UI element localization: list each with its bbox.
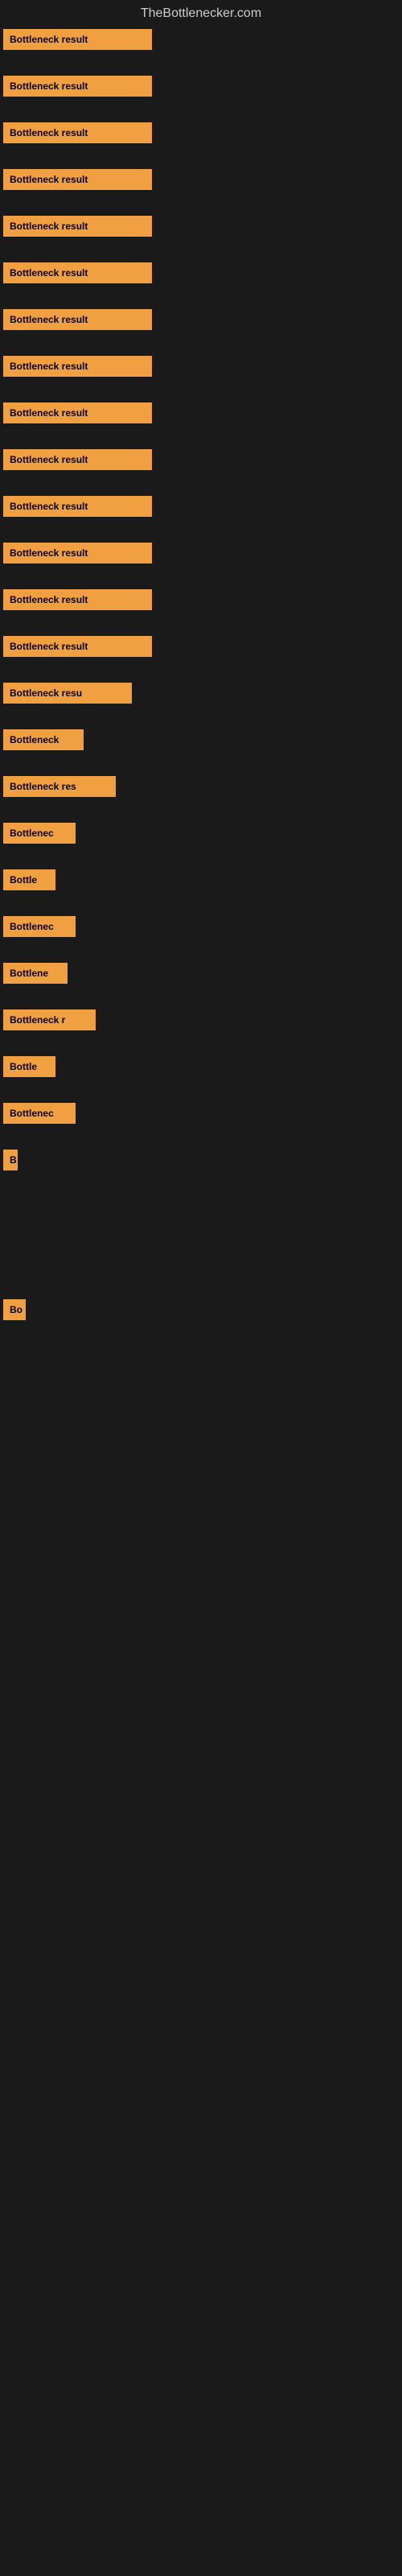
list-item: Bottleneck result xyxy=(0,304,402,335)
list-item: Bottleneck resu xyxy=(0,678,402,708)
list-item xyxy=(0,1217,402,1227)
list-item: Bottleneck result xyxy=(0,118,402,148)
bottleneck-result-badge[interactable]: Bottle xyxy=(3,869,55,890)
list-item xyxy=(0,1393,402,1402)
list-item xyxy=(0,1367,402,1377)
list-item: Bottleneck xyxy=(0,724,402,755)
bottleneck-result-badge[interactable]: Bottlenec xyxy=(3,916,76,937)
bottleneck-result-badge[interactable]: Bottleneck result xyxy=(3,29,152,50)
list-item: Bottle xyxy=(0,1051,402,1082)
bottleneck-result-badge[interactable]: Bottleneck result xyxy=(3,636,152,657)
list-item: Bottle xyxy=(0,865,402,895)
bottleneck-result-badge[interactable]: Bottleneck result xyxy=(3,309,152,330)
bottleneck-result-badge[interactable]: Bottleneck r xyxy=(3,1009,96,1030)
list-item: Bo xyxy=(0,1294,402,1325)
bottleneck-result-badge[interactable]: Bottlene xyxy=(3,963,68,984)
bottleneck-result-badge[interactable]: Bottleneck result xyxy=(3,589,152,610)
bottleneck-result-badge[interactable]: Bottleneck resu xyxy=(3,683,132,704)
list-item xyxy=(0,1243,402,1253)
list-item: Bottlenec xyxy=(0,1098,402,1129)
bottleneck-result-badge[interactable]: Bottleneck result xyxy=(3,402,152,423)
list-item xyxy=(0,1269,402,1278)
list-item: Bottleneck result xyxy=(0,444,402,475)
list-item xyxy=(0,1191,402,1201)
list-item: Bottleneck result xyxy=(0,164,402,195)
list-item: Bottleneck result xyxy=(0,351,402,382)
bottleneck-result-badge[interactable]: Bottleneck result xyxy=(3,216,152,237)
bottleneck-result-badge[interactable]: Bottleneck xyxy=(3,729,84,750)
list-item: Bottleneck result xyxy=(0,258,402,288)
list-item: Bottleneck result xyxy=(0,584,402,615)
list-item xyxy=(0,1444,402,1454)
bottleneck-result-badge[interactable]: Bottleneck result xyxy=(3,76,152,97)
bottleneck-result-badge[interactable]: B xyxy=(3,1150,18,1170)
list-item xyxy=(0,1418,402,1428)
bottleneck-result-badge[interactable]: Bottleneck result xyxy=(3,496,152,517)
list-item: Bottleneck result xyxy=(0,538,402,568)
bottleneck-result-badge[interactable]: Bottleneck result xyxy=(3,262,152,283)
list-item: Bottleneck result xyxy=(0,491,402,522)
list-item: Bottlenec xyxy=(0,818,402,848)
list-item: Bottleneck result xyxy=(0,631,402,662)
list-item: Bottlenec xyxy=(0,911,402,942)
site-title: TheBottlenecker.com xyxy=(0,0,402,24)
list-item xyxy=(0,1341,402,1351)
bottleneck-result-badge[interactable]: Bottleneck res xyxy=(3,776,116,797)
site-title-container: TheBottlenecker.com xyxy=(0,0,402,24)
list-item: Bottleneck res xyxy=(0,771,402,802)
bottleneck-result-badge[interactable]: Bottleneck result xyxy=(3,543,152,564)
bottleneck-result-badge[interactable]: Bottleneck result xyxy=(3,356,152,377)
bottleneck-result-badge[interactable]: Bottleneck result xyxy=(3,122,152,143)
list-item: Bottleneck r xyxy=(0,1005,402,1035)
list-item: Bottleneck result xyxy=(0,211,402,242)
bottleneck-result-badge[interactable]: Bottlenec xyxy=(3,823,76,844)
list-item: Bottleneck result xyxy=(0,398,402,428)
list-item: Bottleneck result xyxy=(0,24,402,55)
bottleneck-result-badge[interactable]: Bottleneck result xyxy=(3,169,152,190)
rows-container: Bottleneck result Bottleneck result Bottle… xyxy=(0,24,402,1454)
list-item: Bottleneck result xyxy=(0,71,402,101)
bottleneck-result-badge[interactable]: Bottlenec xyxy=(3,1103,76,1124)
bottleneck-result-badge[interactable]: Bottle xyxy=(3,1056,55,1077)
bottleneck-result-badge[interactable]: Bottleneck result xyxy=(3,449,152,470)
list-item: B xyxy=(0,1145,402,1175)
list-item: Bottlene xyxy=(0,958,402,989)
bottleneck-result-badge[interactable]: Bo xyxy=(3,1299,26,1320)
